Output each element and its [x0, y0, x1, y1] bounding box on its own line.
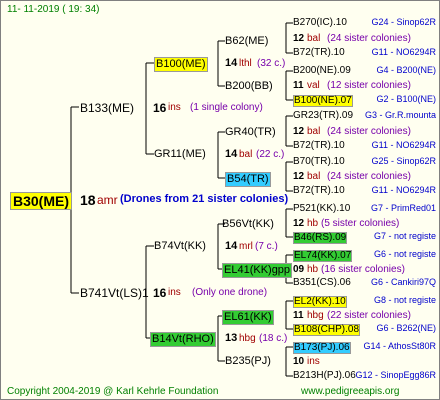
g2c-queen[interactable]: B74Vt(KK) [154, 241, 206, 252]
ancestor-code: G11 - NO6294R [371, 185, 436, 195]
ancestor-code: G11 - NO6294R [371, 140, 436, 150]
ancestor-code: G7 - not registe [373, 231, 436, 241]
ancestor-code: G6 - Cankiri97Q [370, 277, 436, 287]
ancestor-queen[interactable]: B270(IC).10 [293, 18, 347, 28]
g2c-num: 14 [225, 240, 238, 252]
ancestor-code: G12 - SinopEgg86R [355, 370, 436, 380]
drone-count: 11 [293, 310, 304, 321]
ancestor-queen[interactable]: B213H(PJ).06 [293, 371, 356, 381]
g2d-sire: hbg [239, 333, 256, 344]
drone-sire: bal [307, 33, 321, 44]
drone-note: (22 sister colonies) [327, 310, 411, 321]
g2a-num: 14 [225, 57, 238, 69]
ancestor-queen[interactable]: B70(TR).10 [293, 157, 345, 167]
drone-note: (24 sister colonies) [327, 171, 411, 182]
ancestor-queen[interactable]: B351(CS).06 [293, 278, 351, 288]
ancestor-code: G11 - NO6294R [371, 47, 436, 57]
g2b-note: (22 c.) [256, 149, 285, 160]
g3-queen[interactable]: B56Vt(KK) [222, 219, 274, 230]
g1a-num: 16 [153, 101, 167, 115]
root-queen[interactable]: B30(ME) [10, 192, 73, 210]
ancestor-queen[interactable]: P521(KK).10 [293, 204, 350, 214]
drone-sire: hb [307, 264, 319, 275]
pedigree-date: 11- 11-2019 ( 19: 34) [7, 4, 100, 15]
copyright: Copyright 2004-2019 @ Karl Kehrle Founda… [7, 386, 219, 397]
ancestor-queen[interactable]: GR23(TR).09 [293, 111, 353, 121]
g3-queen[interactable]: GR40(TR) [225, 127, 276, 138]
g2b-queen[interactable]: GR11(ME) [154, 149, 206, 160]
drone-sire: bal [307, 171, 321, 182]
ancestor-queen[interactable]: B200(NE).09 [293, 66, 351, 76]
g3-queen[interactable]: B54(TR) [225, 172, 271, 187]
ancestor-queen[interactable]: B100(NE).07 [293, 95, 353, 107]
drone-sire: hb [307, 218, 319, 229]
ancestor-code: G8 - not registe [373, 295, 436, 305]
drone-count: 11 [293, 80, 304, 91]
drone-note: (24 sister colonies) [327, 126, 411, 137]
g1a-note: (1 single colony) [190, 102, 263, 113]
g1a-sire: ins [168, 102, 181, 113]
g2c-sire: mrl [239, 241, 253, 252]
g2b-sire: bal [239, 149, 253, 160]
root-note: (Drones from 21 sister colonies) [120, 193, 289, 205]
g1b-num: 16 [153, 286, 167, 300]
ancestor-code: G7 - PrimRed01 [370, 203, 436, 213]
ancestor-code: G14 - AthosSt80R [363, 341, 436, 351]
g3-queen[interactable]: B200(BB) [225, 81, 273, 92]
ancestor-code: G6 - not registe [373, 249, 436, 259]
drone-count: 09 [293, 264, 305, 275]
g1a-queen[interactable]: B133(ME) [80, 102, 134, 114]
ancestor-code: G2 - B100(NE) [376, 94, 436, 104]
ancestor-code: G3 - Gr.R.mounta [364, 110, 436, 120]
root-sire: amr [97, 193, 118, 207]
g2d-queen[interactable]: B14Vt(RHO) [150, 332, 216, 347]
g1b-queen[interactable]: B741Vt(LS)1 [80, 287, 149, 299]
ancestor-queen[interactable]: EL2(KK).10 [293, 296, 347, 308]
ancestor-queen[interactable]: B72(TR).10 [293, 48, 345, 58]
drone-count: 12 [293, 171, 305, 182]
site-link[interactable]: www.pedigreeapis.org [301, 387, 399, 397]
drone-note: (12 sister colonies) [327, 80, 411, 91]
g2d-note: (18 c.) [259, 333, 288, 344]
ancestor-queen[interactable]: B72(TR).10 [293, 186, 345, 196]
drone-sire: bal [307, 126, 321, 137]
g3-queen[interactable]: B235(PJ) [225, 356, 271, 367]
drone-sire: hbg [307, 310, 324, 321]
g2a-note: (32 c.) [257, 58, 286, 69]
pedigree-frame: 11- 11-2019 ( 19: 34) B30(ME) 18 amr (Dr… [0, 0, 440, 400]
drone-count: 12 [293, 33, 305, 44]
drone-count: 10 [293, 356, 305, 367]
ancestor-queen[interactable]: EL74(KK).07 [293, 250, 353, 262]
ancestor-code: G24 - Sinop62R [371, 17, 436, 27]
drone-note: (16 sister colonies) [321, 264, 405, 275]
g2c-note: (7 c.) [255, 241, 278, 252]
ancestor-queen[interactable]: B72(TR).10 [293, 141, 345, 151]
drone-count: 12 [293, 126, 305, 137]
g2a-sire: lthl [239, 58, 252, 69]
drone-count: 12 [293, 218, 305, 229]
g1b-sire: ins [168, 287, 181, 298]
g1b-note: (Only one drone) [192, 287, 268, 298]
drone-note: (5 sister colonies) [321, 218, 400, 229]
drone-sire: ins [307, 356, 320, 367]
g3-queen[interactable]: EL41(KK)gpp [222, 263, 293, 278]
root-num: 18 [80, 192, 96, 208]
g3-queen[interactable]: EL61(KK) [222, 310, 274, 325]
drone-sire: val [307, 80, 320, 91]
g2b-num: 14 [225, 148, 238, 160]
g2d-num: 13 [225, 332, 238, 344]
ancestor-queen[interactable]: B173(PJ).06 [293, 342, 351, 354]
ancestor-queen[interactable]: B108(CHP).08 [293, 324, 361, 336]
g3-queen[interactable]: B62(ME) [225, 36, 268, 47]
drone-note: (24 sister colonies) [327, 33, 411, 44]
ancestor-code: G6 - B262(NE) [376, 323, 436, 333]
ancestor-code: G4 - B200(NE) [376, 65, 436, 75]
ancestor-code: G25 - Sinop62R [371, 156, 436, 166]
g2a-queen[interactable]: B100(ME) [154, 57, 208, 72]
ancestor-queen[interactable]: B46(RS).09 [293, 232, 348, 244]
